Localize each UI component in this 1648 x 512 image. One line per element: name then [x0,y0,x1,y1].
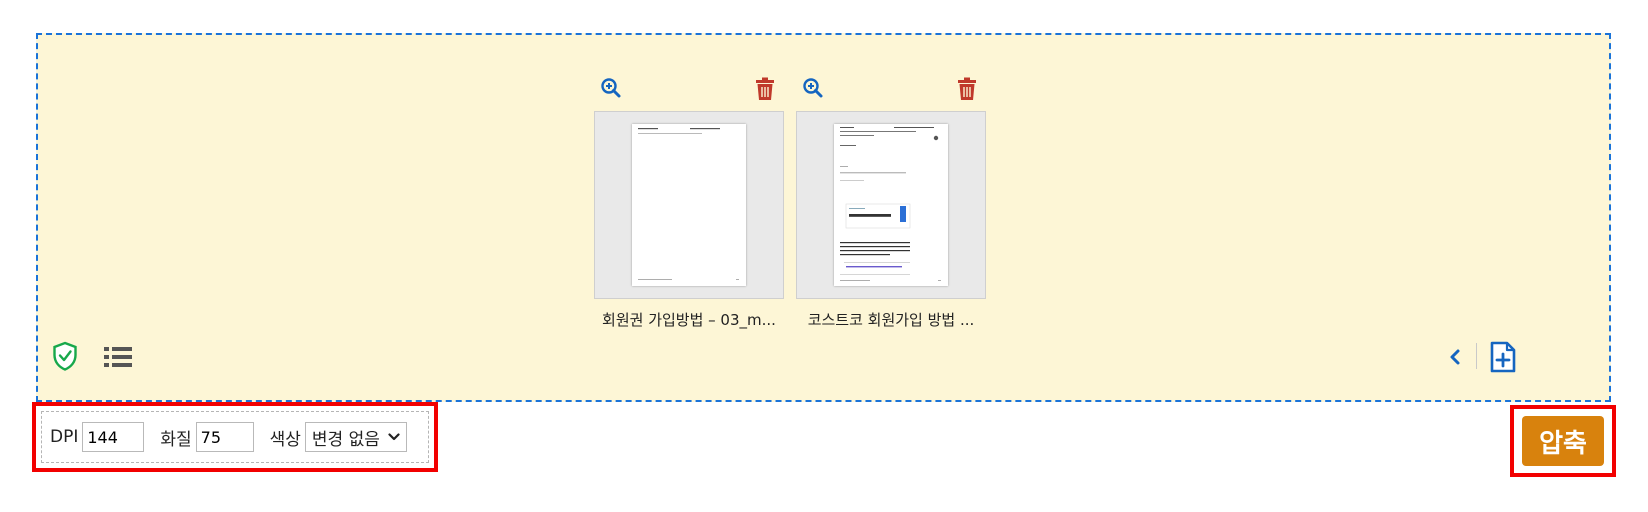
quality-input[interactable] [195,422,254,452]
dpi-input[interactable] [82,422,145,452]
compress-highlight: 압축 [1510,405,1616,477]
file-thumbnail[interactable] [796,111,986,299]
file-dropzone[interactable]: 회원권 가입방법 – 03_m... 코스트코 회원가입 방법 ... [36,33,1611,402]
zoom-in-icon[interactable] [802,77,824,99]
file-card-actions [594,75,784,103]
divider [1476,343,1477,369]
dpi-label: DPI [50,427,79,447]
file-thumbnail[interactable] [594,111,784,299]
page-preview [632,124,746,286]
file-card: 회원권 가입방법 – 03_m... [594,75,784,330]
file-name: 회원권 가입방법 – 03_m... [602,311,776,329]
compression-options: DPI 화질 색상 변경 없음 [32,402,438,472]
compress-button[interactable]: 압축 [1522,416,1604,466]
color-label: 색상 [269,429,301,450]
chevron-left-icon[interactable] [1448,348,1462,366]
file-card-actions [796,75,986,103]
shield-check-icon[interactable] [52,341,78,371]
file-card: 코스트코 회원가입 방법 ... [796,75,986,330]
trash-icon[interactable] [754,77,776,101]
add-file-icon[interactable] [1489,341,1517,373]
quality-label: 화질 [160,429,192,450]
chevron-down-icon [388,433,400,441]
options-row: DPI 화질 색상 변경 없음 [41,411,429,463]
file-name: 코스트코 회원가입 방법 ... [807,311,975,329]
page-preview [834,124,948,286]
zoom-in-icon[interactable] [600,77,622,99]
list-view-icon[interactable] [104,346,132,368]
trash-icon[interactable] [956,77,978,101]
color-select-value: 변경 없음 [311,429,380,450]
color-select[interactable]: 변경 없음 [304,422,407,452]
